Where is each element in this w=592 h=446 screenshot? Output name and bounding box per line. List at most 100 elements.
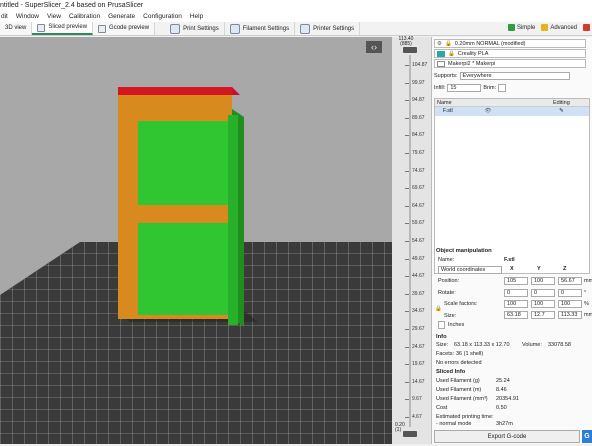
object-list-header: Name Editing [435,99,589,107]
slider-tick-label: 19.67 [412,361,425,368]
menu-window[interactable]: Window [15,12,40,22]
eye-icon[interactable]: 👁 [484,107,533,116]
inches-checkbox[interactable] [438,321,445,329]
collapse-sidebar-button[interactable]: ‹› [366,41,382,53]
sliced-info-title: Sliced Info [436,369,466,375]
gcode-icon [98,24,107,33]
size-z-input[interactable]: 113.33 [558,311,582,319]
slider-tick-mark [405,417,409,418]
print-settings-icon [170,23,181,34]
slider-tick-label: 14.67 [412,378,425,385]
menu-help[interactable]: Help [189,12,204,22]
layers-icon [37,23,46,32]
slider-tick-mark [405,293,409,295]
supports-row: Supports: Everywhere [434,72,570,80]
slider-tick-label: 79.67 [412,150,425,156]
edit-icon[interactable]: ✎ [534,107,589,116]
tab-3d-view[interactable]: 3D view [0,22,33,35]
right-sidebar: ⚙ 🔒 0.20mm NORMAL (modified) 🔒 Creality … [432,37,592,444]
slider-tick-mark [405,311,409,313]
collapse-arrows-icon: ‹› [371,42,377,52]
slider-tick-mark [405,100,409,102]
export-gcode-button[interactable]: Export G-code [434,430,580,443]
brim-checkbox[interactable] [498,84,507,92]
info-title: Info [436,334,447,340]
rotate-x-input[interactable]: 0 [504,289,528,297]
send-gcode-button[interactable]: G [582,430,592,443]
slider-tick-mark [405,276,409,278]
scale-lock-icon[interactable]: 🔒 [435,306,442,312]
model-infill-upper [138,121,228,205]
printer-preset-select[interactable]: Makerpi2 * Makerpi [434,59,586,68]
position-x-input[interactable]: 105 [504,277,528,285]
advanced-mode-icon [541,24,549,31]
slider-tick-mark [405,258,409,260]
slider-bottom-label: 0.20 (1) [395,422,405,433]
slider-tick-label: 94.87 [412,97,425,104]
rotate-z-input[interactable]: 0 [558,289,582,297]
lock-icon: 🔒 [444,40,452,47]
model-infill-side [228,115,238,325]
mode-selector: Simple Advanced [507,24,590,31]
mode-simple[interactable]: Simple [507,24,535,31]
slider-tick-label: 69.67 [412,185,425,192]
scale-z-input[interactable]: 100 [558,300,582,308]
slider-tick-mark [405,188,409,190]
model-top-solid [118,87,232,95]
supports-select[interactable]: Everywhere [459,72,570,80]
position-z-input[interactable]: 56.67 [558,277,582,285]
print-settings-button[interactable]: Print Settings [165,22,225,35]
slider-tick-mark [405,205,409,207]
infill-row: Infill: 15 Brim: [434,84,507,92]
3d-viewport[interactable] [0,37,392,444]
object-list-item[interactable]: F.stl 👁 ✎ [435,107,589,116]
slider-tick-mark [405,170,409,172]
slider-tick-mark [405,399,409,401]
object-name-value: F.stl [504,257,515,263]
slider-tick-label: 54.67 [412,238,425,244]
printer-icon [300,23,311,34]
slider-tick-label: 59.67 [412,220,425,227]
position-y-input[interactable]: 100 [531,277,555,285]
menu-generate[interactable]: Generate [107,12,136,22]
scale-y-input[interactable]: 100 [531,300,555,308]
slider-top-label: 113.40 (885) [398,36,414,47]
slider-tick-label: 29.67 [412,326,425,332]
coordinates-select[interactable]: World coordinates [438,266,502,274]
menu-bar: dit Window View Calibration Generate Con… [0,12,592,22]
infill-select[interactable]: 15 [447,84,482,92]
slider-tick-label: 64.67 [412,202,425,209]
printer-settings-button[interactable]: Printer Settings [295,22,361,35]
slider-tick-mark [405,364,409,366]
slider-tick-mark [405,329,409,330]
slider-tick-label: 44.67 [412,273,425,280]
window-title: ntitled - SuperSlicer_2.4 based on Prusa… [0,0,592,12]
menu-configuration[interactable]: Configuration [142,12,183,22]
menu-edit[interactable]: dit [0,12,9,22]
tab-gcode-preview[interactable]: Gcode preview [93,22,156,35]
slider-tick-mark [405,135,409,137]
slider-track[interactable] [409,55,411,427]
rotate-y-input[interactable]: 0 [531,289,555,297]
filament-preset-select[interactable]: 🔒 Creality PLA [434,49,586,58]
scale-x-input[interactable]: 100 [504,300,528,308]
model-infill-lower [138,223,228,315]
simple-mode-icon [507,24,515,31]
slider-tick-mark [405,381,409,383]
slider-tick-mark [405,82,409,84]
slider-top-handle[interactable] [403,47,417,53]
print-preset-select[interactable]: ⚙ 🔒 0.20mm NORMAL (modified) [434,39,586,48]
mode-advanced[interactable]: Advanced [541,24,577,31]
tab-sliced-preview[interactable]: Sliced preview [32,22,94,35]
slider-tick-label: 84.67 [412,132,425,139]
size-x-input[interactable]: 63.18 [504,311,528,319]
size-y-input[interactable]: 12.7 [531,311,555,319]
mode-expert[interactable] [583,24,590,31]
filament-color-swatch[interactable] [437,50,445,57]
layer-slider[interactable]: 113.40 (885) 104.87 99.97 94.87 89.67 84.67 7… [392,37,432,444]
slider-tick-mark [405,117,409,119]
filament-settings-button[interactable]: Filament Settings [225,22,296,35]
slider-tick-label: 99.97 [412,79,425,86]
slider-tick-label: 39.67 [412,290,425,297]
slider-tick-mark [405,153,409,154]
